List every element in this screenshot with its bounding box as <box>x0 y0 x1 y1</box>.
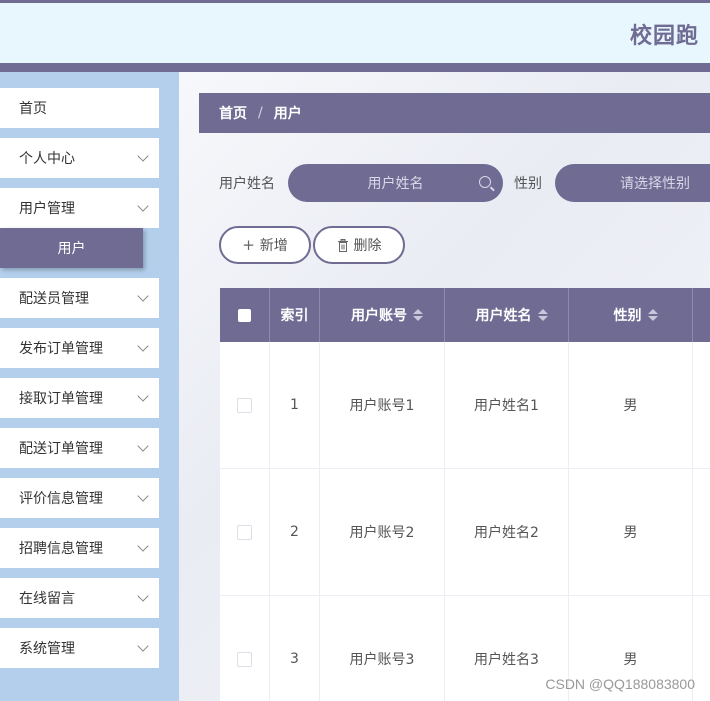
chevron-down-icon <box>137 440 149 452</box>
add-button[interactable]: + 新增 <box>219 226 311 264</box>
sidebar-item-label: 接取订单管理 <box>19 391 103 407</box>
sidebar-item-recruitment-management[interactable]: 招聘信息管理 <box>0 528 159 568</box>
sidebar-item-label: 配送订单管理 <box>19 441 103 457</box>
row-select-cell <box>220 596 270 701</box>
column-header-name[interactable]: 用户姓名 <box>445 288 569 342</box>
cell-index: 1 <box>270 342 320 468</box>
cell-name: 用户姓名1 <box>445 342 569 468</box>
sidebar-subitem-user[interactable]: 用户 <box>0 228 143 268</box>
delete-button-label: 删除 <box>353 238 382 254</box>
chevron-down-icon <box>137 640 149 652</box>
row-checkbox[interactable] <box>237 651 252 667</box>
row-checkbox[interactable] <box>237 397 252 413</box>
sidebar-item-label: 在线留言 <box>19 591 75 607</box>
sidebar-item-publish-order-management[interactable]: 发布订单管理 <box>0 328 159 368</box>
sidebar-item-system-management[interactable]: 系统管理 <box>0 628 159 668</box>
breadcrumb-home[interactable]: 首页 <box>219 103 247 123</box>
main-content: 首页 / 用户 用户姓名 用户姓名 性别 请选择性别 + 新增 删除 索引 用户… <box>179 72 710 701</box>
select-all-checkbox[interactable] <box>238 308 251 322</box>
column-header-gender[interactable]: 性别 <box>569 288 693 342</box>
column-header-label: 用户账号 <box>351 308 407 324</box>
table-row: 2 用户账号2 用户姓名2 男 <box>220 469 710 596</box>
breadcrumb-separator: / <box>258 105 263 121</box>
cell-gender: 男 <box>569 342 693 468</box>
sidebar-item-delivery-order-management[interactable]: 配送订单管理 <box>0 428 159 468</box>
sidebar-item-courier-management[interactable]: 配送员管理 <box>0 278 159 318</box>
column-header-label: 用户姓名 <box>475 308 532 324</box>
plus-icon: + <box>242 236 255 254</box>
chevron-down-icon <box>137 590 149 602</box>
delete-button[interactable]: 删除 <box>313 226 405 264</box>
cell-name: 用户姓名2 <box>445 469 569 595</box>
cell-index: 3 <box>270 596 320 701</box>
site-title: 校园跑 <box>630 24 700 49</box>
app-header: 校园跑 <box>0 3 710 63</box>
chevron-down-icon <box>137 290 149 302</box>
watermark: CSDN @QQ188083800 <box>545 676 695 692</box>
sidebar-item-home[interactable]: 首页 <box>0 88 159 128</box>
name-search-label: 用户姓名 <box>219 176 275 192</box>
header-divider <box>0 63 710 72</box>
column-header-account[interactable]: 用户账号 <box>320 288 445 342</box>
sidebar-item-label: 用户管理 <box>19 201 75 217</box>
sidebar-item-label: 招聘信息管理 <box>19 541 103 557</box>
column-header-overflow <box>693 288 710 342</box>
table-header: 索引 用户账号 用户姓名 性别 <box>220 288 710 342</box>
row-checkbox[interactable] <box>237 524 252 540</box>
table-row: 1 用户账号1 用户姓名1 男 <box>220 342 710 469</box>
column-header-label: 性别 <box>613 308 642 324</box>
search-icon <box>479 176 491 188</box>
chevron-down-icon <box>137 540 149 552</box>
cell-account: 用户账号1 <box>320 342 445 468</box>
name-search-input[interactable]: 用户姓名 <box>288 164 503 202</box>
chevron-down-icon <box>137 200 149 212</box>
sidebar-item-accept-order-management[interactable]: 接取订单管理 <box>0 378 159 418</box>
breadcrumb-current: 用户 <box>273 106 302 122</box>
sidebar-item-online-message[interactable]: 在线留言 <box>0 578 159 618</box>
chevron-down-icon <box>137 150 149 162</box>
sidebar-subitem-label: 用户 <box>57 241 86 257</box>
chevron-down-icon <box>137 490 149 502</box>
add-button-label: 新增 <box>259 238 288 254</box>
select-all-cell <box>220 288 270 342</box>
breadcrumb: 首页 / 用户 <box>199 93 710 133</box>
gender-select-label: 性别 <box>514 176 542 192</box>
sidebar-item-review-management[interactable]: 评价信息管理 <box>0 478 159 518</box>
trash-icon <box>337 238 349 252</box>
sidebar-item-user-management[interactable]: 用户管理 <box>0 188 159 228</box>
gender-select-placeholder: 请选择性别 <box>620 176 690 192</box>
cell-account: 用户账号2 <box>320 469 445 595</box>
sidebar-item-label: 系统管理 <box>19 641 75 657</box>
sidebar: 首页 个人中心 用户管理 用户 配送员管理 发布订单管理 接取订单管理 配送订单… <box>0 72 179 701</box>
sidebar-item-label: 配送员管理 <box>19 291 89 307</box>
name-search-placeholder: 用户姓名 <box>367 176 424 192</box>
chevron-down-icon <box>137 340 149 352</box>
chevron-down-icon <box>137 390 149 402</box>
sidebar-item-personal-center[interactable]: 个人中心 <box>0 138 159 178</box>
row-select-cell <box>220 342 270 468</box>
cell-gender: 男 <box>569 469 693 595</box>
cell-index: 2 <box>270 469 320 595</box>
column-header-label: 索引 <box>280 308 309 324</box>
sidebar-item-label: 发布订单管理 <box>19 341 103 357</box>
column-header-index: 索引 <box>270 288 320 342</box>
cell-account: 用户账号3 <box>320 596 445 701</box>
user-table: 索引 用户账号 用户姓名 性别 1 用户账号1 用户姓名1 男 2 用户账号2 … <box>220 288 710 701</box>
row-select-cell <box>220 469 270 595</box>
gender-select[interactable]: 请选择性别 <box>555 164 710 202</box>
sidebar-item-label: 评价信息管理 <box>19 491 103 507</box>
sidebar-item-label: 个人中心 <box>19 151 75 167</box>
sidebar-item-label: 首页 <box>19 101 47 117</box>
